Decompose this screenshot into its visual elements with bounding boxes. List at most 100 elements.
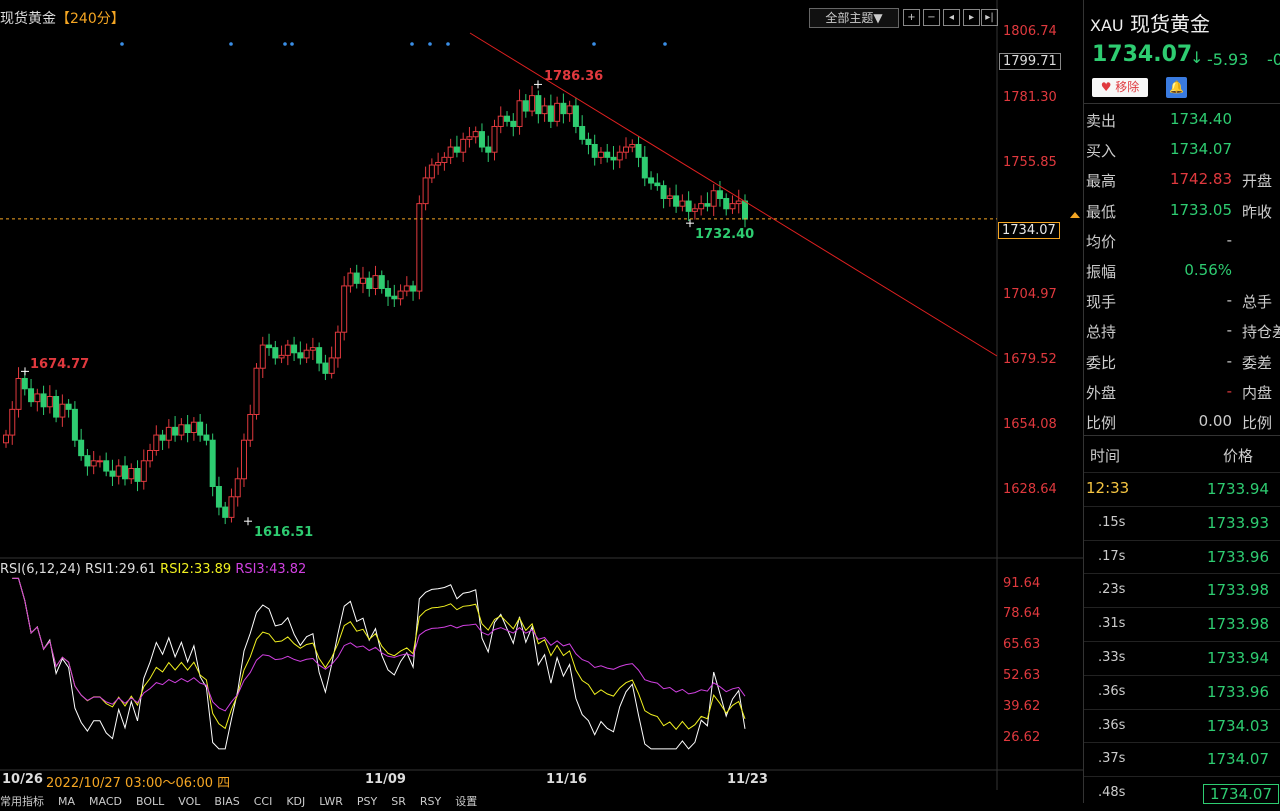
candle-body — [729, 203, 736, 210]
candle-body — [322, 362, 329, 374]
event-dot — [663, 42, 667, 46]
quote-key: 委比 — [1086, 353, 1117, 372]
candle-body — [197, 421, 204, 436]
quote-row: 最低 1733.05 昨收 — [1084, 195, 1280, 225]
candle-body — [147, 450, 154, 462]
step-back-icon[interactable]: ◂ — [943, 9, 960, 26]
quote-row: 比例 0.00 比例 — [1084, 406, 1280, 436]
rsi1-value: RSI1:29.61 — [85, 562, 157, 577]
candle-body — [184, 424, 191, 433]
candle-body — [597, 151, 604, 158]
jump-end-icon[interactable]: ▸| — [981, 9, 998, 26]
theme-dropdown-button[interactable]: 全部主题▼ — [809, 8, 899, 28]
indicator-tab[interactable]: RSY — [420, 795, 441, 808]
indicator-tab[interactable]: CCI — [254, 795, 273, 808]
event-dot — [283, 42, 287, 46]
candle-body — [422, 177, 429, 205]
remove-watchlist-button[interactable]: ♥ 移除 — [1092, 78, 1148, 97]
step-forward-icon[interactable]: ▸ — [963, 9, 980, 26]
candle-body — [497, 115, 504, 127]
current-price-tag: 1734.07 — [998, 222, 1060, 239]
quote-key: 最高 — [1086, 172, 1117, 191]
candle-body — [121, 465, 128, 480]
candle-body — [190, 421, 197, 433]
candle-body — [685, 200, 692, 212]
tick-row: .48s 1734.07 — [1084, 776, 1280, 811]
indicator-tab[interactable]: MA — [58, 795, 75, 808]
candle-body — [366, 277, 373, 289]
indicator-tab[interactable]: BOLL — [136, 795, 164, 808]
quote-value: - — [1226, 381, 1232, 400]
indicator-tab[interactable]: BIAS — [214, 795, 239, 808]
indicator-tab[interactable]: LWR — [319, 795, 343, 808]
tick-price: 1734.07 — [1206, 750, 1269, 769]
candle-body — [134, 468, 141, 482]
candle-body — [723, 197, 730, 210]
candle-body — [378, 275, 385, 289]
candle-body — [347, 272, 354, 287]
kline-chart-area[interactable]: 现货黄金【240分】 全部主题▼ + − ◂ ▸ ▸| 1806.74 1799… — [0, 0, 1083, 808]
date-axis-tick: 11/16 — [546, 772, 587, 787]
cursor-date-label: 2022/10/27 03:00～06:00 四 — [46, 776, 231, 791]
candle-body — [560, 102, 567, 115]
candle-body — [240, 439, 247, 480]
zoom-out-icon[interactable]: − — [923, 9, 940, 26]
quote-key: 买入 — [1086, 142, 1117, 161]
indicator-tab[interactable]: VOL — [178, 795, 200, 808]
rsi-axis-label: 65.63 — [1003, 637, 1041, 652]
quote-row: 振幅 0.56% — [1084, 255, 1280, 285]
tick-price: 1733.96 — [1206, 547, 1269, 566]
candle-body — [742, 200, 748, 220]
bell-icon: 🔔 — [1169, 80, 1184, 94]
rsi-axis-label: 39.62 — [1003, 699, 1041, 714]
low-price-label: 1616.51 — [254, 525, 314, 540]
zoom-in-icon[interactable]: + — [903, 9, 920, 26]
quote-value: 1734.07 — [1169, 140, 1232, 159]
quote-row: 总持 - 持仓差 — [1084, 315, 1280, 345]
indicator-tab[interactable]: MACD — [89, 795, 122, 808]
quote-row: 现手 - 总手 — [1084, 285, 1280, 315]
indicator-tab[interactable]: KDJ — [286, 795, 305, 808]
candle-body — [516, 100, 523, 127]
quote-row: 卖出 1734.40 — [1084, 104, 1280, 134]
rsi3-line — [12, 577, 746, 712]
candle-body — [403, 285, 410, 292]
tick-row: .31s 1733.98 — [1084, 607, 1280, 642]
candle-body — [34, 393, 41, 403]
candle-body — [259, 344, 266, 369]
candle-body — [278, 354, 285, 359]
candle-body — [660, 185, 667, 199]
candle-body — [716, 190, 723, 199]
candle-body — [103, 460, 110, 472]
candle-body — [159, 434, 166, 441]
candle-body — [529, 95, 536, 112]
indicator-tab[interactable]: PSY — [357, 795, 377, 808]
candle-body — [616, 151, 623, 161]
quote-value: 1742.83 — [1169, 170, 1232, 189]
quote-key: 均价 — [1086, 232, 1117, 251]
indicator-tab[interactable]: 常用指标 — [0, 795, 44, 808]
indicator-tab[interactable]: SR — [391, 795, 406, 808]
candle-body — [84, 455, 91, 467]
quote-key: 卖出 — [1086, 112, 1117, 130]
tick-time: 12:33 — [1086, 479, 1130, 497]
candle-body — [372, 275, 379, 289]
indicator-tab[interactable]: 设置 — [455, 795, 477, 808]
tick-row: .36s 1733.96 — [1084, 674, 1280, 710]
quote-panel: XAU 现货黄金 1734.07 ↓ -5.93 -0. ♥ 移除 🔔 卖出 17… — [1083, 0, 1280, 805]
candle-body — [416, 203, 423, 292]
instrument-name: 现货黄金 — [1129, 12, 1210, 36]
candle-body — [309, 347, 316, 351]
candle-body — [59, 403, 66, 418]
quote-key: 总持 — [1086, 323, 1117, 342]
last-price: 1734.07 — [1092, 42, 1193, 67]
price-axis-label: 1654.08 — [1003, 417, 1057, 432]
candle-body — [341, 285, 348, 333]
kline-canvas[interactable] — [0, 0, 1083, 803]
quote-key-secondary: 委差 — [1242, 353, 1273, 372]
tick-price: 1734.07 — [1202, 784, 1279, 805]
tick-row: .33s 1733.94 — [1084, 641, 1280, 676]
alert-bell-button[interactable]: 🔔 — [1166, 77, 1187, 98]
candle-body — [453, 146, 460, 153]
price-change-pct: -0. — [1267, 50, 1280, 69]
